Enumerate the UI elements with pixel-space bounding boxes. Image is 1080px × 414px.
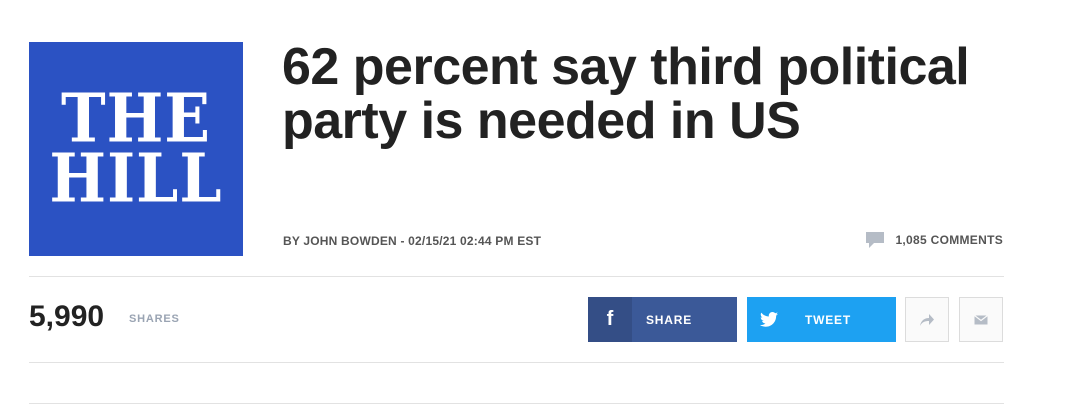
comment-bubble-icon xyxy=(866,232,885,248)
facebook-share-label: SHARE xyxy=(646,312,693,327)
twitter-bird-icon xyxy=(747,297,791,342)
email-share-button[interactable] xyxy=(959,297,1003,342)
envelope-icon xyxy=(974,314,988,324)
divider-bottom xyxy=(29,403,1004,404)
article-byline: BY JOHN BOWDEN - 02/15/21 02:44 PM EST xyxy=(283,234,542,248)
forward-share-button[interactable] xyxy=(905,297,949,342)
divider-middle xyxy=(29,362,1004,363)
the-hill-logo[interactable]: THE HILL xyxy=(29,42,243,256)
twitter-tweet-label: TWEET xyxy=(805,312,851,327)
shares-count: 5,990 xyxy=(29,300,105,333)
article-headline: 62 percent say third political party is … xyxy=(282,38,970,150)
logo-text-hill: HILL xyxy=(49,139,223,219)
twitter-tweet-button[interactable]: TWEET xyxy=(747,297,896,342)
facebook-icon: f xyxy=(588,297,632,342)
divider-top xyxy=(29,276,1004,277)
facebook-share-button[interactable]: f SHARE xyxy=(588,297,737,342)
shares-label: SHARES xyxy=(129,313,180,325)
share-arrow-icon xyxy=(920,313,934,326)
comments-count-label: 1,085 COMMENTS xyxy=(895,233,1003,247)
comments-link[interactable]: 1,085 COMMENTS xyxy=(865,231,1003,249)
